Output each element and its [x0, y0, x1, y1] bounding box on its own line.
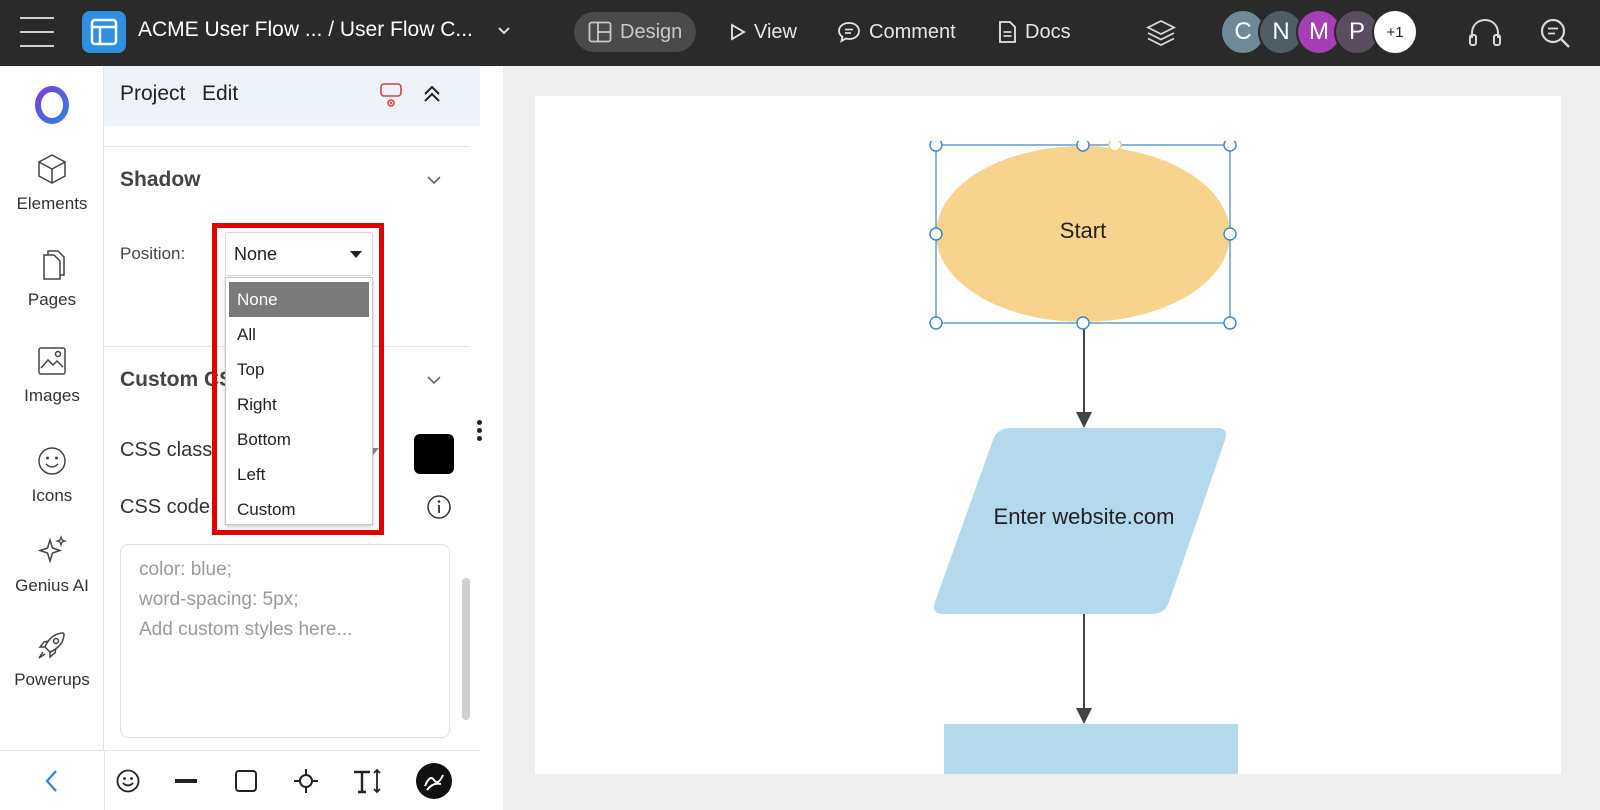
- rail-item-elements[interactable]: Elements: [0, 152, 104, 214]
- rectangle-tool-icon[interactable]: [226, 761, 266, 801]
- design-mode-label: Design: [620, 20, 683, 43]
- info-icon[interactable]: [426, 494, 452, 520]
- dropdown-caret-icon: [350, 251, 362, 258]
- layers-icon[interactable]: [1142, 14, 1180, 52]
- search-icon[interactable]: [1536, 14, 1574, 52]
- play-icon: [731, 23, 746, 41]
- edit-menu[interactable]: Edit: [202, 82, 238, 106]
- collaborators-avatars: C N M P +1: [1220, 9, 1418, 55]
- comment-mode-label: Comment: [869, 20, 956, 43]
- option-bottom[interactable]: Bottom: [229, 422, 369, 457]
- brand-logo[interactable]: [33, 86, 71, 124]
- text-tool-icon[interactable]: [348, 761, 388, 801]
- enter-website-label: Enter website.com: [993, 504, 1175, 529]
- view-mode-button[interactable]: View: [716, 12, 811, 52]
- app-logo[interactable]: [82, 11, 126, 53]
- divider: [104, 146, 470, 147]
- image-icon: [38, 347, 66, 375]
- option-left[interactable]: Left: [229, 457, 369, 492]
- draw-tool-icon[interactable]: [414, 761, 454, 801]
- rail-item-images[interactable]: Images: [0, 344, 104, 406]
- panel-resize-handle[interactable]: [477, 420, 482, 441]
- rocket-icon: [38, 632, 65, 659]
- shadow-position-options: None All Top Right Bottom Left Custom: [225, 277, 373, 525]
- board-icon: [90, 18, 118, 46]
- document-icon: [999, 21, 1016, 43]
- more-collaborators-count: +1: [1386, 23, 1404, 41]
- option-all[interactable]: All: [229, 317, 369, 352]
- rail-item-powerups[interactable]: Powerups: [0, 628, 104, 690]
- avatar-initial: N: [1272, 18, 1290, 45]
- docs-mode-button[interactable]: Docs: [983, 12, 1085, 52]
- more-collaborators-badge[interactable]: +1: [1372, 9, 1418, 55]
- collapse-left-icon[interactable]: [32, 761, 72, 801]
- rotate-handle[interactable]: [1108, 141, 1122, 152]
- placeholder-line: Add custom styles here...: [139, 619, 353, 640]
- view-mode-label: View: [754, 20, 797, 43]
- properties-panel: Project Edit Shadow Position: Custom CS …: [104, 66, 480, 810]
- diagram-page[interactable]: Start Enter website.com: [535, 96, 1561, 774]
- css-code-textarea[interactable]: color: blue; word-spacing: 5px; Add cust…: [120, 544, 450, 738]
- smiley-icon: [38, 447, 66, 475]
- shadow-position-value: None: [234, 243, 278, 264]
- chevron-down-icon[interactable]: [426, 374, 442, 386]
- project-menu[interactable]: Project: [120, 82, 185, 106]
- start-label: Start: [1059, 218, 1107, 243]
- chevron-down-icon[interactable]: [496, 22, 512, 38]
- sparkle-icon: [37, 535, 67, 564]
- line-tool-icon[interactable]: [166, 761, 206, 801]
- top-bar: ACME User Flow ... / User Flow C... Desi…: [0, 0, 1600, 66]
- layout-icon: [588, 21, 612, 43]
- shadow-position-select[interactable]: None: [225, 232, 373, 276]
- left-rail: Elements Pages Images Icons Genius AI Po…: [0, 66, 104, 810]
- document-title[interactable]: ACME User Flow ... / User Flow C...: [138, 18, 473, 42]
- chevron-down-icon[interactable]: [426, 174, 442, 186]
- custom-css-section-title[interactable]: Custom CS: [120, 368, 233, 392]
- comment-icon: [838, 22, 860, 43]
- hamburger-menu-icon[interactable]: [18, 17, 56, 47]
- comment-mode-button[interactable]: Comment: [823, 12, 970, 52]
- placeholder-line: color: blue;: [139, 559, 232, 580]
- connector-tool-icon[interactable]: [286, 761, 326, 801]
- rail-label: Images: [24, 386, 80, 405]
- option-top[interactable]: Top: [229, 352, 369, 387]
- option-custom[interactable]: Custom: [229, 492, 369, 527]
- rail-item-pages[interactable]: Pages: [0, 248, 104, 310]
- panel-scrollbar[interactable]: [462, 578, 470, 720]
- process-rectangle-shape[interactable]: [944, 724, 1238, 774]
- position-label: Position:: [120, 244, 186, 263]
- rail-label: Powerups: [14, 670, 90, 689]
- divider: [104, 751, 105, 810]
- bottom-toolbar: [0, 750, 480, 810]
- rail-item-genius-ai[interactable]: Genius AI: [0, 534, 104, 596]
- rail-label: Genius AI: [15, 576, 89, 595]
- docs-mode-label: Docs: [1025, 20, 1071, 43]
- panel-header: Project Edit: [104, 66, 480, 126]
- headset-support-icon[interactable]: [1466, 14, 1504, 52]
- avatar-initial: C: [1234, 18, 1252, 45]
- placeholder-line: word-spacing: 5px;: [139, 589, 299, 610]
- option-right[interactable]: Right: [229, 387, 369, 422]
- rail-label: Elements: [16, 194, 88, 213]
- rail-label: Pages: [27, 290, 77, 309]
- design-mode-button[interactable]: Design: [574, 12, 697, 52]
- pages-icon: [43, 250, 65, 280]
- rail-label: Icons: [31, 486, 73, 505]
- css-class-label: CSS class:: [120, 439, 218, 461]
- color-swatch[interactable]: [414, 434, 454, 474]
- avatar-initial: M: [1309, 18, 1329, 45]
- rail-item-icons[interactable]: Icons: [0, 444, 104, 506]
- record-icon[interactable]: [378, 82, 404, 108]
- avatar-initial: P: [1348, 18, 1365, 45]
- option-none[interactable]: None: [229, 282, 369, 317]
- cube-icon: [38, 154, 66, 184]
- emoji-tool-icon[interactable]: [108, 761, 148, 801]
- collapse-up-icon[interactable]: [422, 84, 442, 106]
- css-code-label: CSS code:: [120, 496, 216, 518]
- shadow-section-title[interactable]: Shadow: [120, 168, 201, 192]
